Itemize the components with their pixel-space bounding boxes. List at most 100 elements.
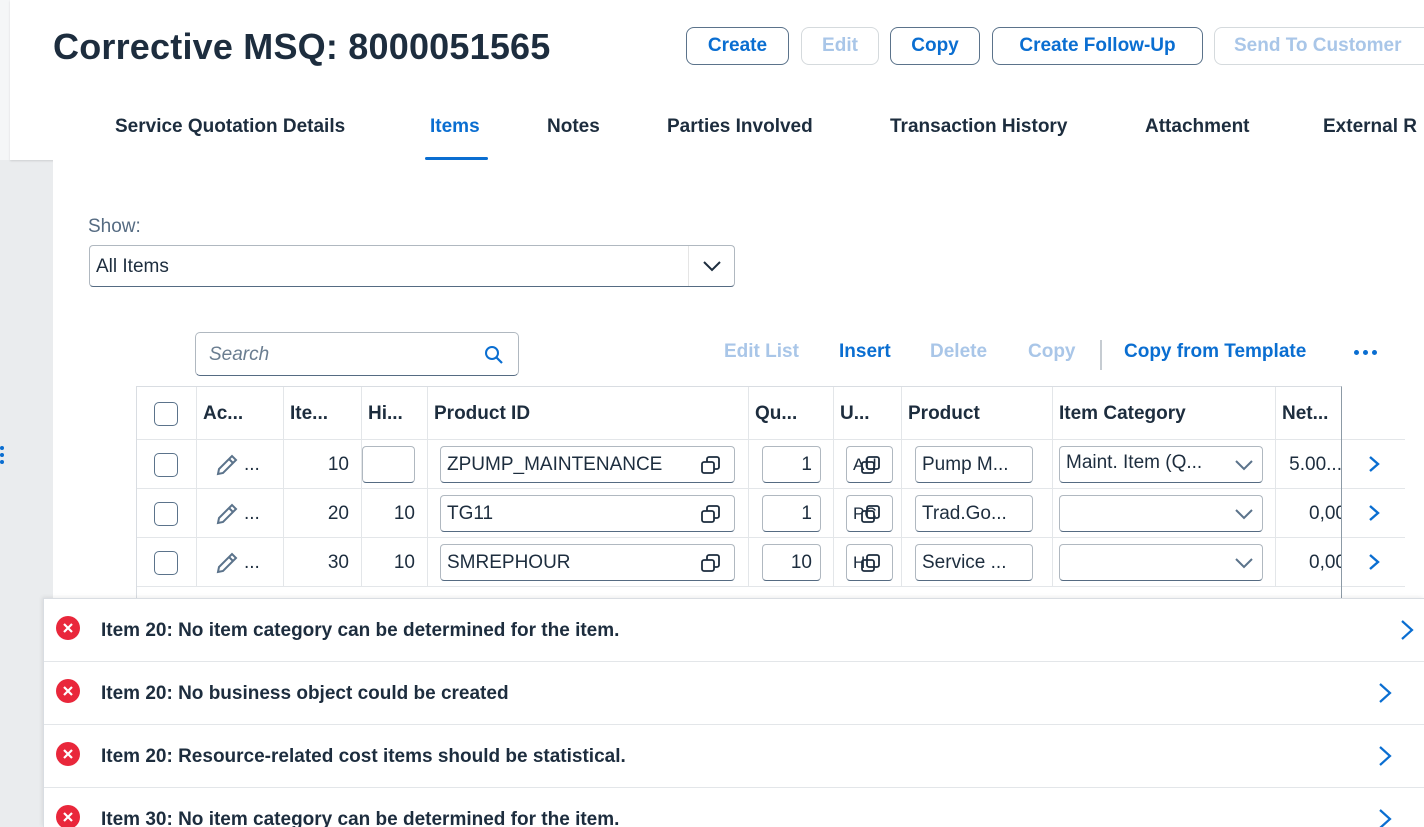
chevron-down-icon[interactable] — [688, 246, 734, 286]
message-text: Item 30: No item category can be determi… — [101, 809, 620, 827]
copy-icon[interactable] — [700, 455, 722, 475]
table-row[interactable]: ... 10 ZPUMP_MAINTENANCE 1 AU Pump M... … — [137, 440, 1342, 489]
copy-icon[interactable] — [700, 504, 722, 524]
quantity-input[interactable]: 1 — [762, 446, 821, 483]
value-help-icon[interactable] — [860, 455, 882, 475]
select-all-cell — [137, 387, 197, 440]
show-filter-select[interactable]: All Items — [89, 245, 735, 287]
row-checkbox[interactable] — [154, 550, 178, 575]
row-navigation-icon[interactable] — [1365, 503, 1383, 523]
row-checkbox[interactable] — [154, 452, 178, 477]
copy-icon[interactable] — [700, 553, 722, 573]
product-input[interactable]: Pump M... — [915, 446, 1033, 483]
edit-button[interactable]: Edit — [801, 27, 879, 65]
column-header-net-value[interactable]: Net... — [1276, 387, 1341, 440]
tab-service-quotation-details[interactable]: Service Quotation Details — [115, 116, 345, 138]
edit-pencil-icon[interactable] — [214, 452, 240, 478]
item-category-value: Maint. Item (Q... — [1066, 452, 1203, 473]
show-filter-value: All Items — [96, 256, 169, 277]
create-follow-up-button[interactable]: Create Follow-Up — [992, 27, 1203, 65]
toolbar-separator — [1100, 340, 1102, 370]
message-item[interactable]: Item 30: No item category can be determi… — [44, 788, 1424, 827]
product-input[interactable]: Service ... — [915, 544, 1033, 581]
delete-button[interactable]: Delete — [930, 341, 987, 363]
net-value: 0,00 — [1309, 502, 1341, 524]
send-to-customer-button[interactable]: Send To Customer — [1214, 27, 1424, 65]
column-header-item-category[interactable]: Item Category — [1053, 387, 1276, 440]
row-navigation-icon[interactable] — [1365, 552, 1383, 572]
item-category-select[interactable] — [1059, 495, 1263, 532]
edit-pencil-icon[interactable] — [214, 501, 240, 527]
search-input[interactable]: Search — [209, 344, 269, 366]
unit-input[interactable]: PC — [846, 495, 893, 532]
higher-item-input[interactable] — [362, 446, 415, 483]
product-id-input[interactable]: SMREPHOUR — [440, 544, 735, 581]
chevron-down-icon[interactable] — [1234, 553, 1254, 575]
value-help-icon[interactable] — [860, 504, 882, 524]
quantity-input[interactable]: 1 — [762, 495, 821, 532]
table-header: Ac... Ite... Hi... Product ID Qu... U...… — [137, 387, 1341, 440]
search-field[interactable]: Search — [195, 332, 519, 376]
row-checkbox[interactable] — [154, 501, 178, 526]
edit-list-button[interactable]: Edit List — [724, 341, 799, 363]
product-id-input[interactable]: ZPUMP_MAINTENANCE — [440, 446, 735, 483]
chevron-down-icon[interactable] — [1234, 455, 1254, 477]
object-page-header: Corrective MSQ: 8000051565 Create Edit C… — [10, 0, 1424, 160]
table-row[interactable]: ... 20 10 TG11 1 PC Trad.Go... 0,00 — [137, 489, 1341, 538]
higher-item-value: 10 — [362, 489, 428, 538]
chevron-right-icon[interactable] — [1399, 618, 1415, 642]
unit-input[interactable]: H — [846, 544, 893, 581]
insert-button[interactable]: Insert — [839, 341, 891, 363]
chevron-right-icon[interactable] — [1377, 681, 1393, 705]
tab-attachment[interactable]: Attachment — [1145, 116, 1250, 138]
search-icon[interactable] — [484, 345, 504, 365]
column-header-product-id[interactable]: Product ID — [428, 387, 749, 440]
column-header-product[interactable]: Product — [902, 387, 1053, 440]
actions-overflow: ... — [244, 551, 260, 573]
page-title: Corrective MSQ: 8000051565 — [53, 26, 551, 67]
column-header-item[interactable]: Ite... — [284, 387, 362, 440]
row-navigation-icon[interactable] — [1365, 454, 1383, 474]
item-category-select[interactable] — [1059, 544, 1263, 581]
quantity-input[interactable]: 10 — [762, 544, 821, 581]
tab-parties-involved[interactable]: Parties Involved — [667, 116, 813, 138]
chevron-right-icon[interactable] — [1377, 807, 1393, 827]
select-all-checkbox[interactable] — [154, 401, 178, 426]
side-panel-handle[interactable] — [0, 446, 6, 470]
message-item[interactable]: Item 20: No item category can be determi… — [44, 599, 1424, 662]
copy-item-button[interactable]: Copy — [1028, 341, 1076, 363]
chevron-right-icon[interactable] — [1377, 744, 1393, 768]
more-actions-icon[interactable] — [1354, 350, 1377, 355]
item-number: 20 — [284, 489, 362, 538]
error-icon — [56, 616, 80, 640]
tab-items[interactable]: Items — [430, 116, 480, 138]
column-header-unit[interactable]: U... — [834, 387, 902, 440]
message-text: Item 20: No item category can be determi… — [101, 620, 620, 641]
tab-notes[interactable]: Notes — [547, 116, 600, 138]
edit-pencil-icon[interactable] — [214, 550, 240, 576]
value-help-icon[interactable] — [860, 553, 882, 573]
table-row[interactable]: ... 30 10 SMREPHOUR 10 H Service ... 0,0… — [137, 538, 1341, 587]
create-button[interactable]: Create — [686, 27, 789, 65]
product-id-value: ZPUMP_MAINTENANCE — [447, 453, 663, 475]
product-input[interactable]: Trad.Go... — [915, 495, 1033, 532]
column-header-higher-item[interactable]: Hi... — [362, 387, 428, 440]
tab-external-references[interactable]: External R — [1323, 116, 1417, 138]
net-value: 5.00... — [1289, 453, 1342, 475]
error-icon — [56, 679, 80, 703]
row-divider — [1342, 586, 1405, 587]
show-filter-label: Show: — [88, 216, 141, 237]
message-item[interactable]: Item 20: Resource-related cost items sho… — [44, 725, 1424, 788]
unit-input[interactable]: AU — [846, 446, 893, 483]
column-header-quantity[interactable]: Qu... — [749, 387, 834, 440]
copy-button[interactable]: Copy — [890, 27, 980, 65]
column-header-actions[interactable]: Ac... — [197, 387, 284, 440]
product-id-value: SMREPHOUR — [447, 551, 571, 573]
row-divider — [1342, 439, 1405, 440]
product-id-input[interactable]: TG11 — [440, 495, 735, 532]
chevron-down-icon[interactable] — [1234, 504, 1254, 526]
copy-from-template-button[interactable]: Copy from Template — [1124, 341, 1306, 363]
message-item[interactable]: Item 20: No business object could be cre… — [44, 662, 1424, 725]
item-category-select[interactable]: Maint. Item (Q... — [1059, 446, 1263, 483]
tab-transaction-history[interactable]: Transaction History — [890, 116, 1067, 138]
